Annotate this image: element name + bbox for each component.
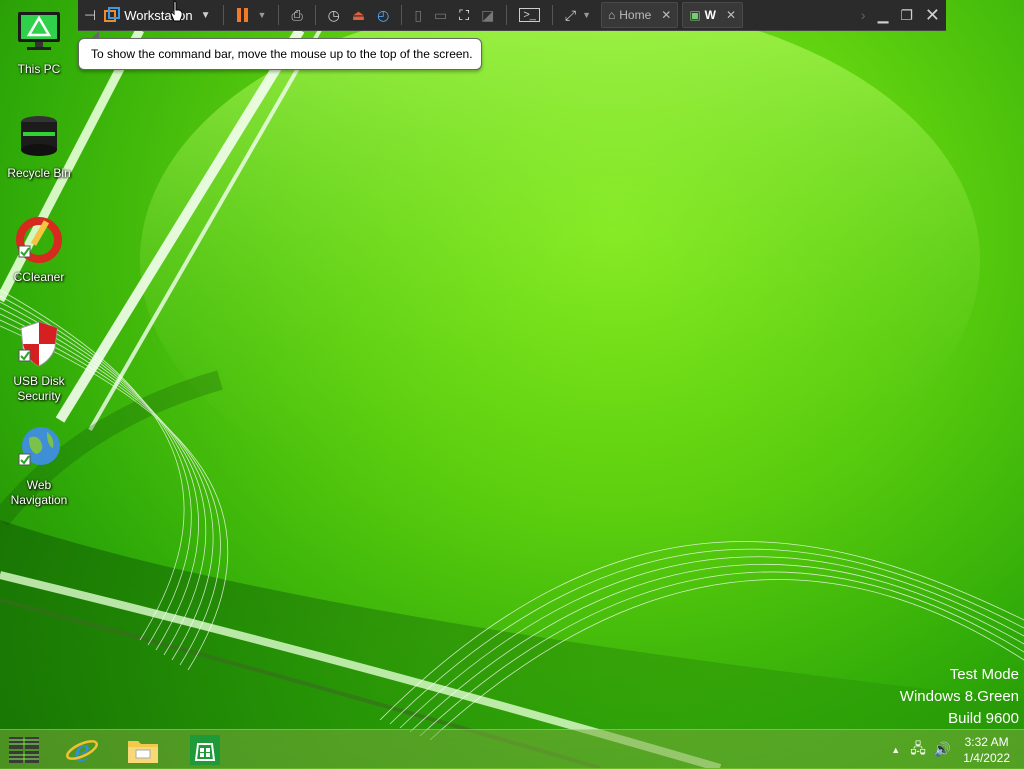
show-library-button[interactable]: ▯ [408,0,428,30]
show-thumbnail-button[interactable]: ▭ [428,0,453,30]
pin-icon: ⊣ [84,6,97,23]
divider [278,5,280,25]
recycle-bin-icon [21,116,57,156]
revert-snapshot-button[interactable]: ⏏ [346,0,371,30]
divider [506,5,508,25]
tooltip-text: To show the command bar, move the mouse … [91,47,473,61]
restore-button[interactable]: ❐ [894,0,919,30]
thumbnail-panel-icon: ▭ [434,6,448,23]
show-hidden-icons-button[interactable]: ▲ [891,745,900,755]
svg-text:e: e [74,733,89,767]
taskbar: e ▲ 🖧 🔊 3:32 AM 1/4/2022 [0,729,1024,769]
scroll-tabs-right-button[interactable]: › [855,0,872,30]
clock-date: 1/4/2022 [963,750,1010,765]
volume-icon[interactable]: 🔊 [934,741,951,758]
command-bar-tooltip: To show the command bar, move the mouse … [78,31,482,70]
this-pc-icon [18,12,60,50]
unity-button[interactable]: ◪ [475,0,500,30]
divider [222,5,224,25]
chevron-down-icon: ▼ [200,9,211,21]
desktop-icon-label: Recycle Bin [7,166,71,180]
send-ctrl-alt-del-button[interactable]: ⎙ [285,0,308,30]
network-icon[interactable]: 🖧 [910,738,926,762]
vm-tab-icon: ▣ [689,8,701,22]
system-tray: ▲ 🖧 🔊 3:32 AM 1/4/2022 [891,730,1024,769]
stretch-button[interactable]: ⤢ ▼ [559,0,597,30]
vmware-logo-icon [104,7,121,22]
chevron-down-icon: ▼ [582,10,591,20]
keyboard-icon: ⎙ [291,6,303,23]
close-button[interactable]: ✕ [919,0,946,30]
store-icon [190,734,220,765]
desktop-icon-label: CCleaner [13,270,65,284]
stretch-icon: ⤢ [564,6,577,23]
watermark-line: Build 9600 [948,710,1019,727]
desktop-wallpaper [0,0,1024,768]
taskbar-internet-explorer[interactable]: e [58,730,106,769]
file-explorer-icon [128,740,158,763]
home-icon: ⌂ [607,8,616,22]
minimize-icon: ▁ [877,6,889,23]
ccleaner-icon [16,217,62,263]
taskbar-file-explorer[interactable] [119,730,167,769]
chevron-right-icon: › [860,7,866,23]
start-button[interactable] [0,730,48,769]
full-screen-button[interactable]: ⛶ [453,0,475,30]
start-icon [9,736,39,763]
console-button[interactable]: >_ [513,0,546,30]
tab-home[interactable]: ⌂ Home ✕ [600,2,679,28]
desktop-icon-label: Web Navigation [10,478,68,507]
snapshot-manager-button[interactable]: ◴ [371,0,395,30]
desktop-icon-web-navigation[interactable]: Web Navigation [4,424,74,508]
usb-disk-security-icon [18,321,58,367]
clock[interactable]: 3:32 AM 1/4/2022 [963,734,1010,766]
snapshot-manager-icon: ◴ [377,6,390,23]
unity-icon: ◪ [481,6,495,23]
vm-menu-button[interactable]: Workstation ▼ [102,0,216,30]
chevron-down-icon: ▼ [257,10,267,20]
revert-icon: ⏏ [351,6,366,23]
clock-time: 3:32 AM [964,734,1009,749]
mouse-cursor-icon [170,0,183,22]
desktop-icon-this-pc[interactable]: This PC [4,8,74,77]
vm-command-bar: ⊣ Workstation ▼ ▼ ⎙ ◷ ⏏ ◴ ▯ ▭ ⛶ ◪ >_ ⤢ ▼… [78,0,946,31]
desktop-icon-recycle-bin[interactable]: Recycle Bin [4,112,74,181]
full-screen-icon: ⛶ [459,6,470,23]
close-icon: ✕ [924,4,940,25]
snapshot-button[interactable]: ◷ [322,0,346,30]
console-icon: >_ [519,8,540,22]
desktop-icon-ccleaner[interactable]: CCleaner [4,216,74,285]
test-mode-watermark: Test Mode Windows 8.Green Build 9600 [900,664,1019,730]
desktop-icon-label: This PC [17,62,61,76]
watermark-line: Windows 8.Green [899,688,1019,705]
desktop-icon-usb-disk-security[interactable]: USB Disk Security [4,320,74,404]
minimize-button[interactable]: ▁ [872,0,895,30]
tab-label: Home [619,8,652,22]
pin-button[interactable]: ⊣ [78,0,102,30]
pause-button[interactable]: ▼ [230,0,273,30]
watermark-line: Test Mode [949,666,1019,683]
tab-label: W [704,8,716,22]
restore-icon: ❐ [900,6,913,23]
desktop-icon-label: USB Disk Security [13,374,65,403]
close-tab-icon[interactable]: ✕ [661,8,671,22]
divider [401,5,403,25]
close-tab-icon[interactable]: ✕ [726,8,736,22]
taskbar-store[interactable] [181,730,229,769]
tab-vm[interactable]: ▣ W ✕ [682,2,744,28]
snapshot-icon: ◷ [327,6,340,23]
divider [314,5,316,25]
internet-explorer-icon: e [66,733,98,767]
pause-icon [236,8,248,22]
library-panel-icon: ▯ [414,6,423,23]
web-navigation-icon [18,427,60,466]
divider [551,5,553,25]
